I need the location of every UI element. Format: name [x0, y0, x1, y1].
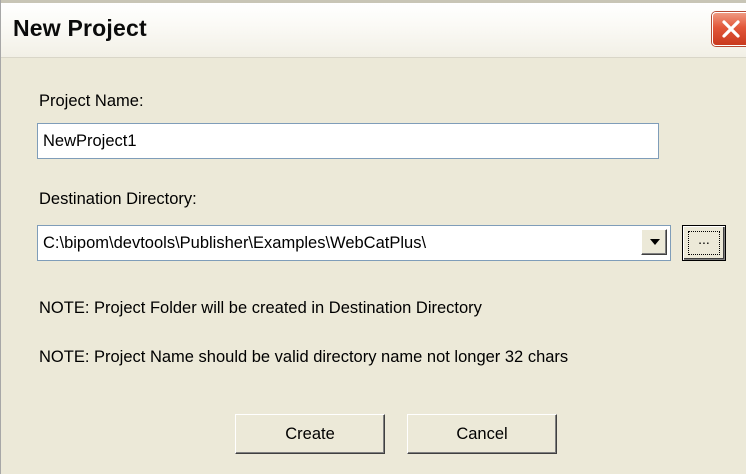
note-project-folder: NOTE: Project Folder will be created in …	[39, 299, 482, 317]
dropdown-arrow-button[interactable]	[641, 229, 667, 255]
title-bar[interactable]: New Project	[1, 0, 746, 58]
chevron-down-icon	[650, 239, 660, 245]
destination-directory-value: C:\bipom\devtools\Publisher\Examples\Web…	[43, 234, 427, 252]
close-icon	[722, 20, 740, 38]
note-project-name: NOTE: Project Name should be valid direc…	[39, 348, 569, 366]
window-title: New Project	[13, 15, 147, 41]
project-name-field[interactable]: NewProject1	[37, 123, 659, 159]
new-project-dialog: New Project Project Name: NewProject1 De…	[0, 0, 746, 474]
create-button[interactable]: Create	[235, 414, 385, 454]
destination-directory-label: Destination Directory:	[39, 190, 197, 208]
browse-button[interactable]: ...	[682, 225, 726, 261]
destination-directory-combobox[interactable]: C:\bipom\devtools\Publisher\Examples\Web…	[37, 225, 671, 261]
cancel-button[interactable]: Cancel	[407, 414, 557, 454]
browse-button-label: ...	[688, 231, 720, 255]
project-name-label: Project Name:	[39, 92, 144, 110]
close-button[interactable]	[712, 12, 746, 46]
